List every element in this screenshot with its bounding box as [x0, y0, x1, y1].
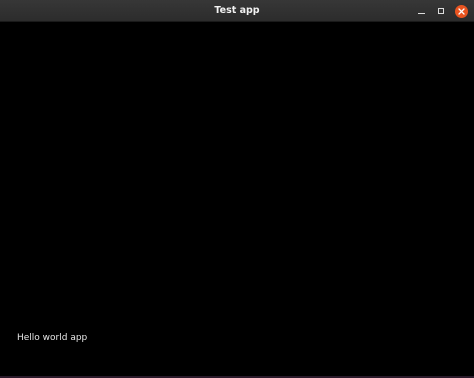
minimize-icon	[417, 13, 425, 14]
minimize-button[interactable]	[413, 3, 429, 19]
maximize-icon	[438, 8, 444, 14]
main-content: Hello world app	[0, 22, 474, 378]
maximize-button[interactable]	[433, 3, 449, 19]
close-button[interactable]	[453, 3, 469, 19]
close-icon	[454, 4, 468, 18]
title-bar[interactable]: Test app	[0, 0, 474, 22]
window-title: Test app	[214, 5, 260, 16]
app-window: Test app Hello world app	[0, 0, 474, 378]
hello-label: Hello world app	[17, 333, 88, 343]
